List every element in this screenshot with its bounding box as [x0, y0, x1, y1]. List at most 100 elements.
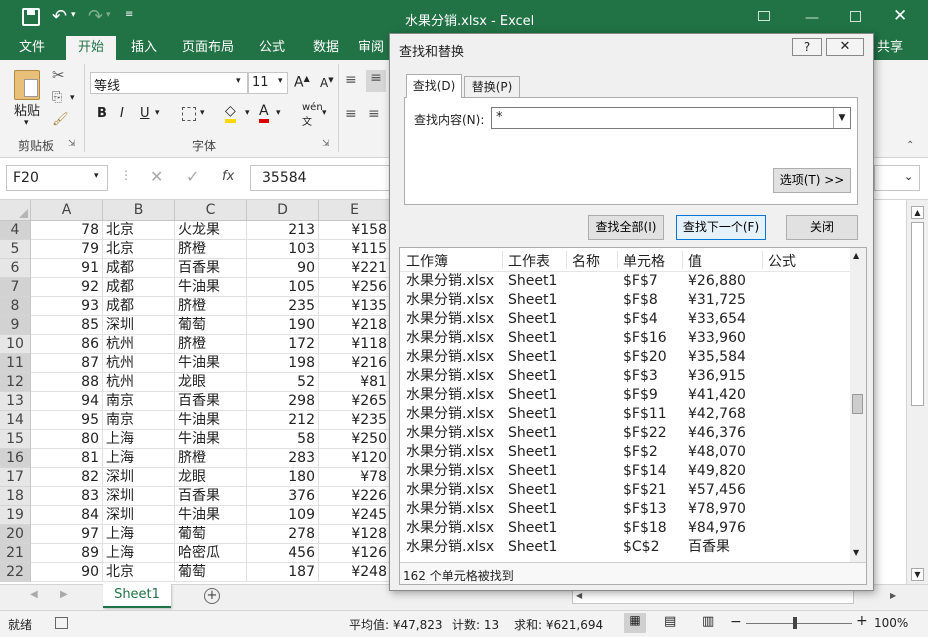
result-sheet[interactable]: Sheet1	[508, 481, 557, 500]
grid-cell[interactable]: 52	[247, 373, 319, 392]
results-column-header[interactable]: 值	[688, 251, 702, 271]
grid-cell[interactable]: 80	[31, 430, 103, 449]
result-cell[interactable]: $F$4	[623, 310, 658, 329]
grid-cell[interactable]: 180	[247, 468, 319, 487]
result-value[interactable]: ¥41,420	[688, 386, 746, 405]
grid-cell[interactable]: 南京	[103, 411, 175, 430]
grid-cell[interactable]: ¥221	[319, 259, 391, 278]
grid-cell[interactable]: 百香果	[175, 259, 247, 278]
row-header[interactable]: 14	[0, 411, 31, 430]
row-header[interactable]: 7	[0, 278, 31, 297]
grid-cell[interactable]: 84	[31, 506, 103, 525]
grid-cell[interactable]: ¥245	[319, 506, 391, 525]
result-sheet[interactable]: Sheet1	[508, 538, 557, 557]
scroll-right-icon[interactable]: ▶	[890, 591, 896, 600]
more-icon[interactable]: ⋮	[120, 168, 132, 182]
grid-cell[interactable]: 88	[31, 373, 103, 392]
results-column-header[interactable]: 工作表	[508, 251, 550, 271]
grid-cell[interactable]: 91	[31, 259, 103, 278]
result-sheet[interactable]: Sheet1	[508, 310, 557, 329]
row-header[interactable]: 5	[0, 240, 31, 259]
column-header[interactable]: A	[31, 200, 103, 221]
column-header[interactable]: E	[319, 200, 391, 221]
result-cell[interactable]: $F$3	[623, 367, 658, 386]
grid-cell[interactable]: 94	[31, 392, 103, 411]
grid-cell[interactable]: 212	[247, 411, 319, 430]
result-cell[interactable]: $F$22	[623, 424, 667, 443]
paste-button[interactable]: 粘贴	[14, 100, 40, 119]
borders-icon[interactable]	[182, 107, 196, 121]
result-value[interactable]: ¥26,880	[688, 272, 746, 291]
paste-icon[interactable]	[14, 70, 40, 100]
result-sheet[interactable]: Sheet1	[508, 443, 557, 462]
underline-icon[interactable]: U	[140, 106, 150, 121]
grid-cell[interactable]: ¥78	[319, 468, 391, 487]
tab-data[interactable]: 数据	[304, 36, 348, 60]
result-sheet[interactable]: Sheet1	[508, 500, 557, 519]
column-separator[interactable]	[502, 251, 503, 269]
result-cell[interactable]: $F$21	[623, 481, 667, 500]
grid-cell[interactable]: 105	[247, 278, 319, 297]
grid-cell[interactable]: 深圳	[103, 468, 175, 487]
result-value[interactable]: ¥35,584	[688, 348, 746, 367]
grid-cell[interactable]: 278	[247, 525, 319, 544]
borders-dropdown-icon[interactable]: ▾	[200, 108, 205, 118]
result-sheet[interactable]: Sheet1	[508, 291, 557, 310]
scroll-up-icon[interactable]: ▲	[911, 206, 924, 219]
grid-cell[interactable]: 火龙果	[175, 221, 247, 240]
page-layout-view-icon[interactable]: ▤	[664, 614, 676, 629]
grid-cell[interactable]: 109	[247, 506, 319, 525]
grid-cell[interactable]: 298	[247, 392, 319, 411]
close-button[interactable]: 关闭	[786, 215, 858, 240]
result-cell[interactable]: $F$7	[623, 272, 658, 291]
zoom-slider-thumb[interactable]	[793, 617, 797, 629]
grid-cell[interactable]: 葡萄	[175, 563, 247, 582]
grid-cell[interactable]: ¥126	[319, 544, 391, 563]
find-history-dropdown-icon[interactable]: ▼	[833, 108, 850, 128]
grid-cell[interactable]: 89	[31, 544, 103, 563]
grid-cell[interactable]: 深圳	[103, 487, 175, 506]
grid-cell[interactable]: 南京	[103, 392, 175, 411]
font-name-dropdown-icon[interactable]: ▾	[236, 76, 241, 86]
row-header[interactable]: 10	[0, 335, 31, 354]
result-book[interactable]: 水果分销.xlsx	[406, 367, 494, 386]
minimize-icon[interactable]: —	[805, 10, 819, 26]
result-cell[interactable]: $F$8	[623, 291, 658, 310]
result-book[interactable]: 水果分销.xlsx	[406, 386, 494, 405]
grid-cell[interactable]: 牛油果	[175, 430, 247, 449]
grid-cell[interactable]: 杭州	[103, 354, 175, 373]
grid-cell[interactable]: 脐橙	[175, 297, 247, 316]
grid-cell[interactable]: 93	[31, 297, 103, 316]
result-book[interactable]: 水果分销.xlsx	[406, 443, 494, 462]
scroll-thumb[interactable]	[911, 222, 924, 406]
results-list[interactable]: 工作簿 工作表 名称 单元格 值 公式 水果分销.xlsx Sheet1 $F$7 ¥26,88…	[399, 247, 867, 585]
result-value[interactable]: ¥42,768	[688, 405, 746, 424]
row-header[interactable]: 20	[0, 525, 31, 544]
column-separator[interactable]	[617, 251, 618, 269]
result-sheet[interactable]: Sheet1	[508, 329, 557, 348]
result-book[interactable]: 水果分销.xlsx	[406, 519, 494, 538]
tab-find[interactable]: 查找(D)	[406, 74, 462, 98]
italic-icon[interactable]: I	[120, 106, 124, 121]
result-book[interactable]: 水果分销.xlsx	[406, 481, 494, 500]
result-cell[interactable]: $F$9	[623, 386, 658, 405]
row-header[interactable]: 8	[0, 297, 31, 316]
grid-cell[interactable]: 牛油果	[175, 354, 247, 373]
grid-cell[interactable]: 脐橙	[175, 240, 247, 259]
ribbon-display-options-icon[interactable]	[758, 11, 770, 21]
ribbon-collapse-icon[interactable]: ⌃	[906, 140, 914, 151]
grid-cell[interactable]: 87	[31, 354, 103, 373]
grid-cell[interactable]: 172	[247, 335, 319, 354]
underline-dropdown-icon[interactable]: ▾	[155, 108, 160, 118]
result-book[interactable]: 水果分销.xlsx	[406, 348, 494, 367]
grid-cell[interactable]: 脐橙	[175, 335, 247, 354]
result-book[interactable]: 水果分销.xlsx	[406, 424, 494, 443]
copy-icon[interactable]: ⎘	[52, 90, 62, 105]
column-header[interactable]: D	[247, 200, 319, 221]
grid-cell[interactable]: 成都	[103, 259, 175, 278]
cut-icon[interactable]: ✂	[52, 66, 65, 84]
result-cell[interactable]: $C$2	[623, 538, 660, 557]
bold-icon[interactable]: B	[97, 106, 107, 121]
grid-cell[interactable]: 葡萄	[175, 316, 247, 335]
row-header[interactable]: 21	[0, 544, 31, 563]
